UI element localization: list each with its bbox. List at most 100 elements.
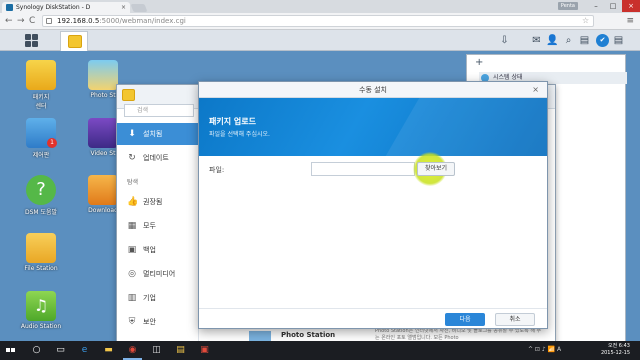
download-icon[interactable]: ⇩ <box>498 34 511 47</box>
forward-button[interactable]: → <box>17 16 25 26</box>
dsm-taskbar: ⇩ ✉ 👤 ⌕ ▤ ✔ ▤ <box>0 30 640 51</box>
sidebar-item-label: 보안 <box>143 318 156 326</box>
desktop-icon-label: 제어판 <box>32 152 50 159</box>
dialog-subheading: 파일을 선택해 주십시오. <box>209 131 270 138</box>
building-icon: ▥ <box>127 293 137 303</box>
sidebar-item-label: 권장됨 <box>143 198 163 206</box>
synology-favicon-icon <box>6 4 13 11</box>
download-icon: ⬇ <box>128 129 136 139</box>
video-station-icon <box>88 118 118 148</box>
close-icon[interactable]: × <box>532 85 539 95</box>
url-path: :5000/webman/index.cgi <box>99 17 186 25</box>
close-window-button[interactable]: × <box>622 0 640 12</box>
more-icon[interactable]: ▤ <box>612 34 625 47</box>
sidebar-item-recommended[interactable]: 👍 권장됨 <box>117 191 199 213</box>
desktop-icon-label: 패키지 센터 <box>32 94 50 110</box>
sidebar-item-all[interactable]: ▦ 모두 <box>117 215 199 237</box>
windows-taskbar: ○ ▭ e ▬ ◉ ◫ ▤ ▣ ^ ⊡ ♪ 📶 A 오전 6:43 2015-1… <box>0 341 640 360</box>
search-icon[interactable]: ○ <box>30 344 43 357</box>
minimize-button[interactable]: – <box>588 0 604 12</box>
manual-install-dialog: 수동 설치 × 패키지 업로드 파일을 선택해 주십시오. 파일: 찾아보기 다… <box>198 81 548 329</box>
sidebar-item-label: 설치됨 <box>143 130 163 138</box>
sidebar-item-label: 백업 <box>143 246 156 254</box>
film-reel-icon: ◎ <box>128 269 136 279</box>
folder-icon <box>26 233 56 263</box>
chat-icon[interactable]: ✉ <box>530 34 543 47</box>
system-tray[interactable]: ^ ⊡ ♪ 📶 A <box>528 346 561 353</box>
desktop-icon-audio-station[interactable]: ♫ Audio Station <box>13 291 69 330</box>
windows-start-icon[interactable] <box>4 344 17 357</box>
browse-button[interactable]: 찾아보기 <box>417 162 455 176</box>
bookmark-star-icon[interactable]: ☆ <box>582 16 589 25</box>
maximize-button[interactable]: □ <box>605 0 621 12</box>
clock-date: 2015-12-15 <box>600 350 630 356</box>
main-menu-grid-icon[interactable] <box>24 33 40 48</box>
desktop-icon-file-station[interactable]: File Station <box>13 233 69 272</box>
desktop-icon-dsm-help[interactable]: ? DSM 도움말 <box>13 175 69 216</box>
package-title[interactable]: Photo Station <box>281 331 335 339</box>
desktop-icon-package-center[interactable]: 패키지 센터 <box>13 60 69 110</box>
url-input[interactable]: 192.168.0.5:5000/webman/index.cgi <box>42 15 594 27</box>
chrome-icon[interactable]: ◉ <box>126 344 139 357</box>
photo-station-icon <box>88 60 118 90</box>
app-icon[interactable]: ▤ <box>174 344 187 357</box>
desktop-icon-control-panel[interactable]: 1 제어판 <box>13 118 69 159</box>
sidebar-item-label: 멀티미디어 <box>143 270 176 278</box>
user-icon[interactable]: 👤 <box>546 34 559 47</box>
search-icon[interactable]: ⌕ <box>562 34 575 47</box>
refresh-icon: ↻ <box>128 153 136 163</box>
package-description: Photo Station은 인터넷에서 사진, 비디오 및 블로그를 공유할 … <box>375 328 542 341</box>
system-status-label: 시스템 상태 <box>493 74 523 81</box>
grid-icon: ▦ <box>127 221 137 231</box>
dialog-title: 수동 설치 <box>199 82 547 98</box>
backup-icon: ▣ <box>127 245 137 255</box>
back-button[interactable]: ← <box>5 16 13 26</box>
desktop-icon-label: Audio Station <box>20 323 62 330</box>
tab-close-icon[interactable]: × <box>121 4 126 11</box>
dialog-footer: 다음 취소 <box>199 308 547 328</box>
edge-browser-icon[interactable]: e <box>78 344 91 357</box>
package-center-taskbar-button[interactable] <box>60 31 88 51</box>
options-icon[interactable]: ✔ <box>596 34 609 47</box>
next-button[interactable]: 다음 <box>445 313 485 326</box>
sidebar-section-label: 탐색 <box>127 179 139 186</box>
widgets-icon[interactable]: ▤ <box>578 34 591 47</box>
sidebar-item-label: 모두 <box>143 222 156 230</box>
reload-button[interactable]: C <box>29 16 35 26</box>
app-icon[interactable]: ▣ <box>198 344 211 357</box>
new-tab-button[interactable] <box>130 4 148 12</box>
package-center-sidebar: ⬇ 설치됨 ↻ 업데이트 탐색 👍 권장됨 ▦ 모두 ▣ 백업 ◎ 멀티미디어 … <box>117 117 199 349</box>
sidebar-item-security[interactable]: ⛨ 보안 <box>117 311 199 333</box>
sidebar-item-multimedia[interactable]: ◎ 멀티미디어 <box>117 263 199 285</box>
clock[interactable]: 오전 6:43 2015-12-15 <box>601 343 630 357</box>
search-input[interactable]: 검색 <box>124 104 194 117</box>
browser-tab-bar: Synology DiskStation - D × Penta – □ × <box>0 0 640 13</box>
sidebar-item-label: 기업 <box>143 294 156 302</box>
file-path-input[interactable] <box>311 162 415 176</box>
sidebar-item-backup[interactable]: ▣ 백업 <box>117 239 199 261</box>
desktop-icon-label: File Station <box>24 265 58 272</box>
sidebar-item-installed[interactable]: ⬇ 설치됨 <box>117 123 199 145</box>
add-widget-icon[interactable]: + <box>475 57 483 68</box>
file-field-label: 파일: <box>209 166 225 174</box>
music-note-icon: ♫ <box>26 291 56 321</box>
task-view-icon[interactable]: ▭ <box>54 344 67 357</box>
app-icon[interactable]: ◫ <box>150 344 163 357</box>
profile-badge[interactable]: Penta <box>557 2 578 10</box>
file-explorer-icon[interactable]: ▬ <box>102 344 115 357</box>
browser-tab[interactable]: Synology DiskStation - D × <box>2 2 130 13</box>
url-host: 192.168.0.5 <box>57 17 100 25</box>
notification-badge: 1 <box>47 138 57 148</box>
thumbs-up-icon: 👍 <box>127 197 139 207</box>
sidebar-item-update[interactable]: ↻ 업데이트 <box>117 147 199 169</box>
sidebar-item-business[interactable]: ▥ 기업 <box>117 287 199 309</box>
package-center-icon <box>68 35 82 48</box>
browser-menu-icon[interactable]: ≡ <box>626 16 634 26</box>
help-icon: ? <box>26 175 56 205</box>
dialog-heading: 패키지 업로드 <box>209 117 256 126</box>
cancel-button[interactable]: 취소 <box>495 313 535 326</box>
address-toolbar: ← → C 192.168.0.5:5000/webman/index.cgi … <box>0 13 640 30</box>
sidebar-item-label: 업데이트 <box>143 154 169 162</box>
package-center-icon <box>26 60 56 90</box>
shield-icon: ⛨ <box>128 317 136 327</box>
